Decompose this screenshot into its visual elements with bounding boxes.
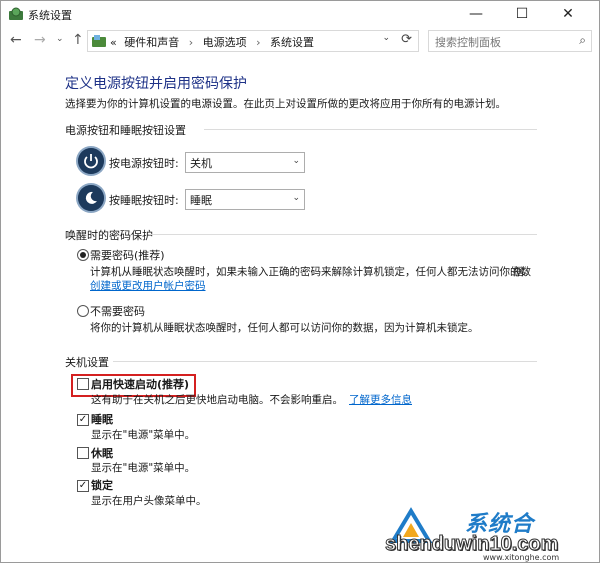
control-panel-icon	[92, 35, 106, 47]
fast-startup-label[interactable]: 启用快速启动(推荐)	[91, 376, 189, 392]
power-button-value: 关机	[190, 157, 212, 170]
breadcrumb-hardware-sound[interactable]: 硬件和声音	[124, 36, 179, 49]
hibernate-checkbox[interactable]	[77, 447, 89, 459]
search-input[interactable]: 搜索控制面板 ⌕	[428, 30, 592, 52]
minimize-button[interactable]: —	[453, 1, 499, 27]
hibernate-label[interactable]: 休眠	[91, 445, 113, 461]
hibernate-desc: 显示在"电源"菜单中。	[91, 462, 196, 474]
divider	[113, 361, 537, 362]
breadcrumb-overflow[interactable]: «	[110, 36, 117, 49]
recent-dropdown-icon[interactable]: ⌄	[56, 34, 64, 44]
power-button-select[interactable]: 关机 ⌄	[185, 152, 305, 173]
breadcrumb: « 硬件和声音 › 电源选项 › 系统设置	[110, 34, 318, 50]
lock-desc: 显示在用户头像菜单中。	[91, 495, 207, 507]
window-title: 系统设置	[28, 9, 72, 22]
lock-label[interactable]: 锁定	[91, 477, 113, 493]
password-group-title: 唤醒时的密码保护	[65, 229, 153, 242]
main-content: 定义电源按钮并启用密码保护 选择要为你的计算机设置的电源设置。在此页上对设置所做…	[1, 55, 599, 562]
search-placeholder: 搜索控制面板	[435, 36, 501, 49]
require-password-radio[interactable]	[77, 249, 89, 261]
lock-checkbox[interactable]: ✓	[77, 480, 89, 492]
maximize-button[interactable]: ☐	[499, 1, 545, 27]
address-dropdown-icon[interactable]: ⌄	[382, 33, 390, 43]
divider	[149, 234, 537, 235]
learn-more-link[interactable]: 了解更多信息	[349, 394, 412, 406]
sleep-button-value: 睡眠	[190, 194, 212, 207]
sleep-desc: 显示在"电源"菜单中。	[91, 429, 196, 441]
fast-startup-text: 这有助于在关机之后更快地启动电脑。不会影响重启。	[91, 394, 343, 406]
sleep-checkbox[interactable]: ✓	[77, 414, 89, 426]
no-password-text: 将你的计算机从睡眠状态唤醒时，任何人都可以访问你的数据，因为计算机未锁定。	[90, 322, 479, 334]
address-row: ← → ⌄ ↑ « 硬件和声音 › 电源选项 › 系统设置 ⌄ ⟳ 搜索控制面板…	[1, 28, 599, 54]
back-icon[interactable]: ←	[10, 32, 22, 48]
buttons-group-title: 电源按钮和睡眠按钮设置	[65, 124, 186, 137]
require-password-label[interactable]: 需要密码(推荐)	[90, 247, 165, 263]
watermark: 系统合 shenduwin10.com www.xitonghe.com	[384, 503, 600, 563]
page-description: 选择要为你的计算机设置的电源设置。在此页上对设置所做的更改将应用于你所有的电源计…	[65, 98, 506, 110]
address-bar[interactable]: « 硬件和声音 › 电源选项 › 系统设置 ⌄ ⟳	[87, 30, 419, 52]
sleep-button-select[interactable]: 睡眠 ⌄	[185, 189, 305, 210]
watermark-site: www.xitonghe.com	[483, 553, 560, 562]
chevron-down-icon: ⌄	[292, 156, 300, 166]
breadcrumb-system-settings[interactable]: 系统设置	[270, 36, 314, 49]
require-password-text-end: 据。	[513, 266, 534, 278]
power-button-label: 按电源按钮时:	[109, 157, 179, 170]
breadcrumb-separator[interactable]: ›	[189, 36, 193, 49]
divider	[204, 129, 537, 130]
no-password-radio[interactable]	[77, 305, 89, 317]
up-icon[interactable]: ↑	[72, 32, 84, 48]
search-icon[interactable]: ⌕	[579, 33, 586, 48]
close-button[interactable]: ✕	[545, 1, 591, 27]
fast-startup-desc: 这有助于在关机之后更快地启动电脑。不会影响重启。 了解更多信息	[91, 392, 412, 407]
change-password-link[interactable]: 创建或更改用户帐户密码	[90, 278, 206, 293]
breadcrumb-power-options[interactable]: 电源选项	[203, 36, 247, 49]
sleep-label[interactable]: 睡眠	[91, 411, 113, 427]
title-bar: 系统设置 — ☐ ✕	[1, 1, 599, 27]
chevron-down-icon: ⌄	[292, 193, 300, 203]
fast-startup-checkbox[interactable]	[77, 378, 89, 390]
refresh-icon[interactable]: ⟳	[401, 32, 412, 47]
sleep-button-icon	[78, 185, 104, 211]
sleep-button-label: 按睡眠按钮时:	[109, 194, 179, 207]
power-button-icon	[78, 148, 104, 174]
require-password-text: 计算机从睡眠状态唤醒时，如果未输入正确的密码来解除计算机锁定，任何人都无法访问你…	[90, 266, 531, 278]
system-settings-window: 系统设置 — ☐ ✕ ← → ⌄ ↑ « 硬件和声音 › 电源选项 › 系统设置…	[0, 0, 600, 563]
forward-icon[interactable]: →	[34, 32, 46, 48]
shutdown-group-title: 关机设置	[65, 356, 109, 369]
breadcrumb-separator[interactable]: ›	[256, 36, 260, 49]
power-options-icon	[9, 7, 23, 20]
no-password-label[interactable]: 不需要密码	[90, 303, 145, 319]
page-title: 定义电源按钮并启用密码保护	[65, 76, 247, 92]
